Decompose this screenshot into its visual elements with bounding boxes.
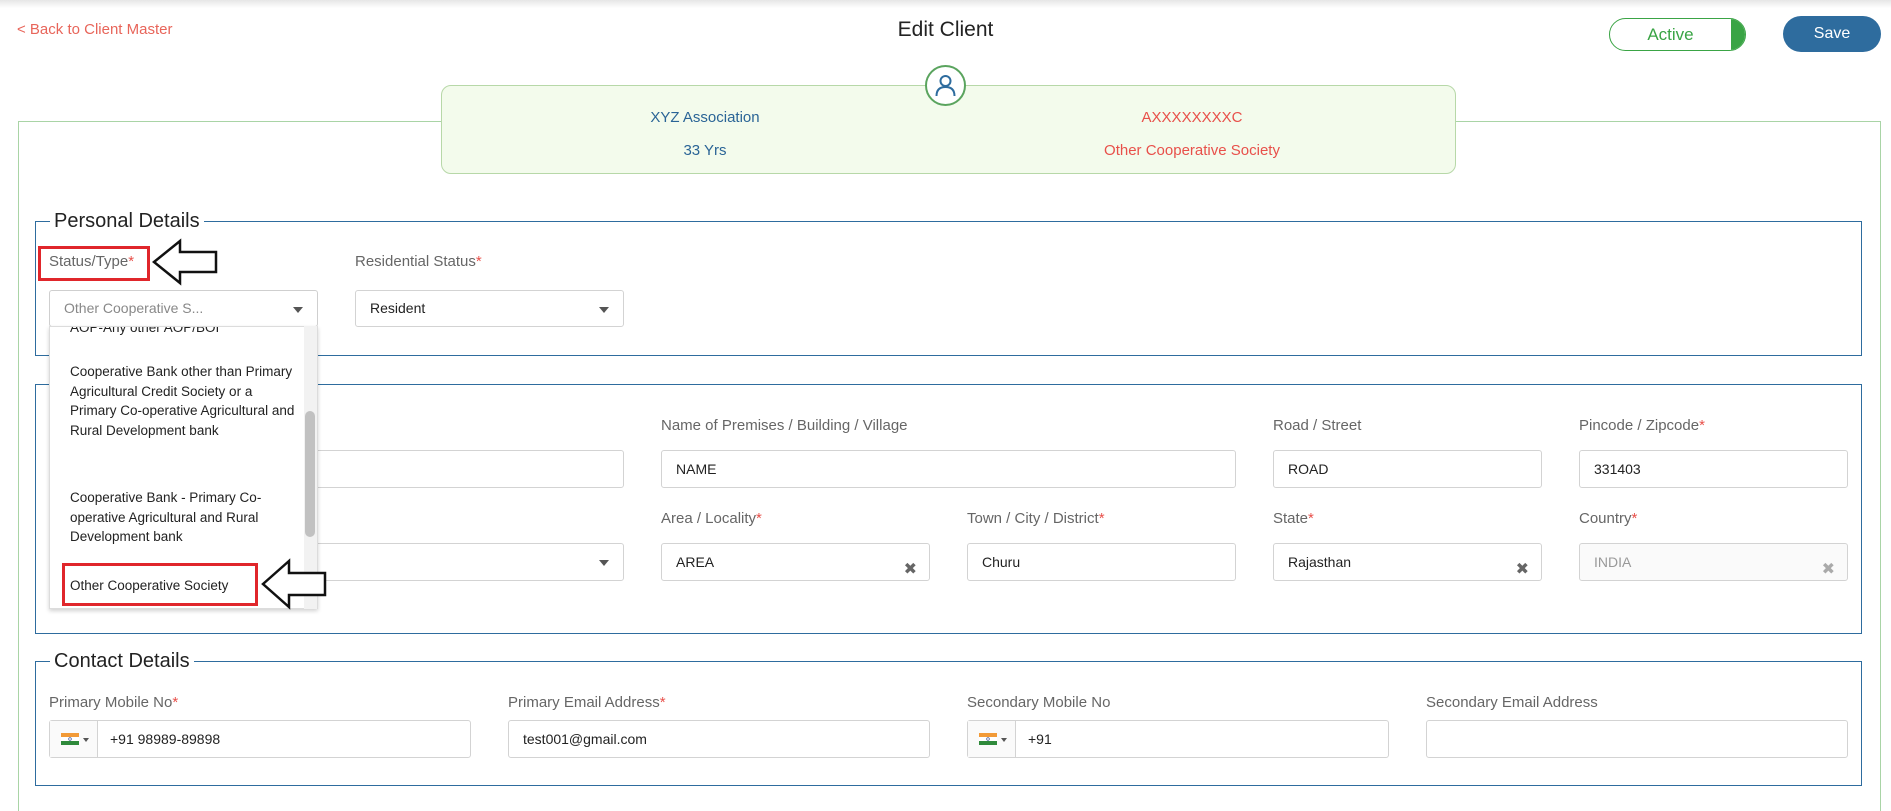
arrow-left-icon — [152, 238, 218, 286]
client-name: XYZ Association — [650, 109, 760, 126]
dropdown-option[interactable]: Cooperative Bank - Primary Co-operative … — [70, 488, 295, 547]
dropdown-scrollbar[interactable] — [305, 411, 315, 537]
chevron-down-icon — [599, 307, 609, 313]
town-input[interactable]: Churu — [967, 543, 1236, 581]
premises-value: NAME — [676, 461, 717, 477]
dropdown-option[interactable]: Cooperative Bank other than Primary Agri… — [70, 362, 295, 440]
country-value: INDIA — [1594, 554, 1632, 570]
status-type-highlight — [38, 246, 150, 281]
secondary-mobile-label: Secondary Mobile No — [967, 694, 1111, 711]
active-toggle-label: Active — [1647, 25, 1694, 44]
road-value: ROAD — [1288, 461, 1329, 477]
status-type-value: Other Cooperative S... — [64, 300, 204, 316]
town-label: Town / City / District* — [967, 510, 1105, 527]
town-value: Churu — [982, 554, 1021, 570]
dropdown-option[interactable]: AOP-Any other AOP/BOI — [70, 327, 295, 338]
road-input[interactable]: ROAD — [1273, 450, 1542, 488]
state-label: State* — [1273, 510, 1314, 527]
status-type-select[interactable]: Other Cooperative S... — [49, 290, 318, 327]
premises-label: Name of Premises / Building / Village — [661, 417, 908, 434]
state-select[interactable]: Rajasthan ✖ — [1273, 543, 1542, 581]
country-select: INDIA ✖ — [1579, 543, 1848, 581]
selected-option-highlight — [62, 563, 258, 606]
chevron-down-icon — [599, 560, 609, 566]
avatar — [925, 65, 966, 106]
primary-email-value: test001@gmail.com — [523, 731, 647, 747]
client-age: 33 Yrs — [683, 142, 727, 159]
client-pan: AXXXXXXXXC — [1141, 109, 1243, 126]
chevron-down-icon — [83, 738, 89, 742]
pincode-label: Pincode / Zipcode* — [1579, 417, 1705, 434]
arrow-left-icon — [261, 558, 327, 610]
close-icon[interactable]: ✖ — [1516, 552, 1529, 588]
toggle-knob — [1731, 19, 1745, 50]
premises-input[interactable]: NAME — [661, 450, 1236, 488]
client-category: Other Cooperative Society — [1104, 142, 1280, 159]
area-select[interactable]: AREA ✖ — [661, 543, 930, 581]
residential-status-select[interactable]: Resident — [355, 290, 624, 327]
active-status-toggle[interactable]: Active — [1609, 18, 1746, 51]
top-shadow — [0, 0, 1891, 8]
secondary-email-label: Secondary Email Address — [1426, 694, 1598, 711]
secondary-email-input[interactable] — [1426, 720, 1848, 758]
save-button[interactable]: Save — [1783, 16, 1881, 52]
close-icon[interactable]: ✖ — [904, 552, 917, 588]
country-code-picker[interactable] — [50, 721, 98, 757]
personal-details-legend: Personal Details — [54, 210, 200, 232]
residential-status-value: Resident — [370, 300, 426, 316]
residential-status-label: Residential Status* — [355, 253, 482, 270]
page-title: Edit Client — [897, 18, 994, 41]
country-label: Country* — [1579, 510, 1638, 527]
state-value: Rajasthan — [1288, 554, 1352, 570]
primary-mobile-label: Primary Mobile No* — [49, 694, 179, 711]
primary-email-input[interactable]: test001@gmail.com — [508, 720, 930, 758]
primary-mobile-value: +91 98989-89898 — [110, 731, 221, 747]
chevron-down-icon — [293, 307, 303, 313]
user-icon — [935, 75, 956, 97]
pincode-value: 331403 — [1594, 461, 1641, 477]
contact-details-section: Contact Details — [35, 650, 1862, 786]
close-icon: ✖ — [1821, 561, 1835, 578]
primary-mobile-input[interactable]: +91 98989-89898 — [49, 720, 471, 758]
contact-details-legend: Contact Details — [54, 650, 190, 672]
area-value: AREA — [676, 554, 715, 570]
india-flag-icon — [61, 733, 79, 745]
road-label: Road / Street — [1273, 417, 1362, 434]
area-label: Area / Locality* — [661, 510, 762, 527]
primary-email-label: Primary Email Address* — [508, 694, 666, 711]
secondary-mobile-value: +91 — [1028, 731, 1052, 747]
india-flag-icon — [979, 733, 997, 745]
secondary-mobile-input[interactable]: +91 — [967, 720, 1389, 758]
pincode-input[interactable]: 331403 — [1579, 450, 1848, 488]
country-code-picker[interactable] — [968, 721, 1016, 757]
chevron-down-icon — [1001, 738, 1007, 742]
